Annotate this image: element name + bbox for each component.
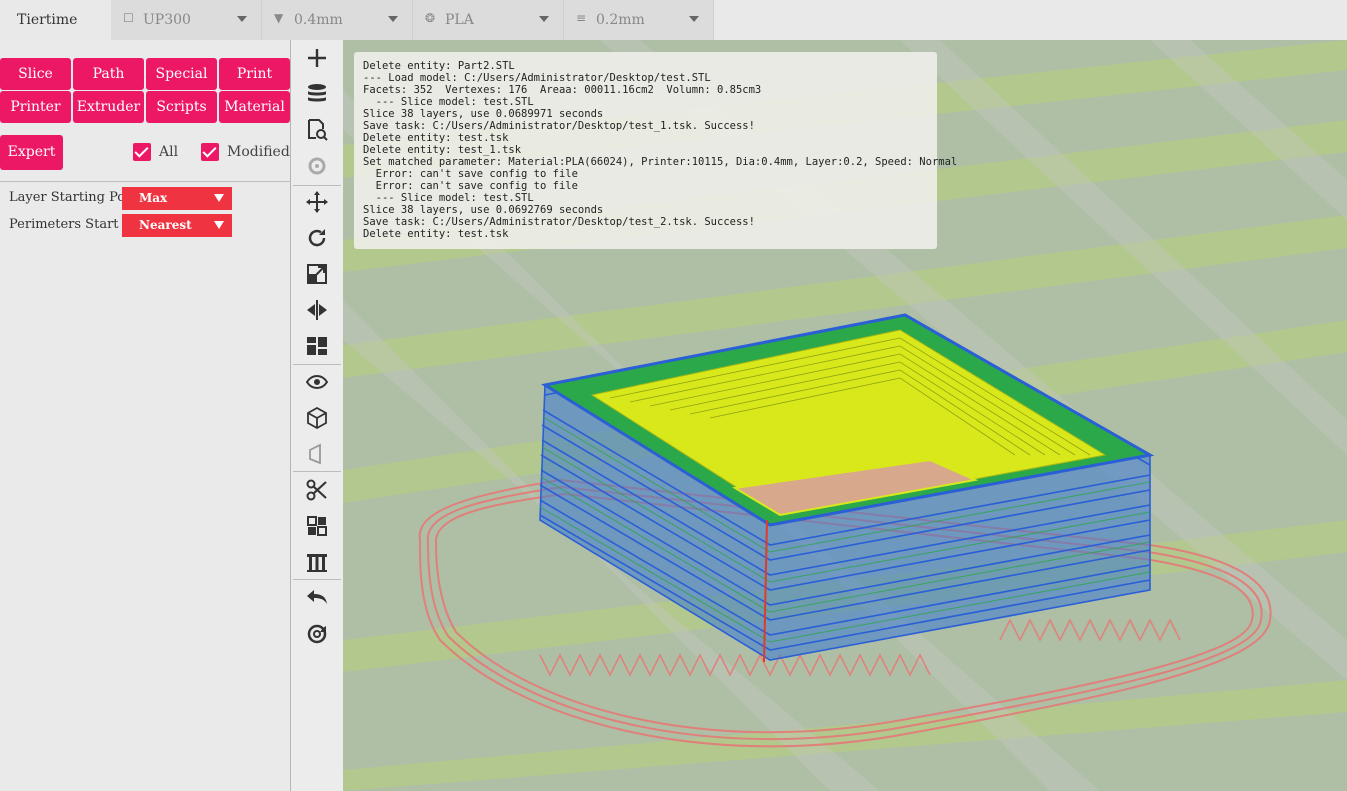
mirror-icon[interactable]: [305, 298, 329, 322]
move-icon[interactable]: [305, 190, 329, 214]
settings-cycle-icon[interactable]: [305, 622, 329, 646]
log-line: --- Slice model: test.STL: [363, 192, 534, 204]
perimeters-start-select[interactable]: Nearest: [122, 214, 232, 237]
log-line: Delete entity: Part2.STL: [363, 60, 515, 72]
settings-panel: Slice Path Special Print Printer Extrude…: [0, 40, 291, 791]
undo-icon[interactable]: [305, 586, 329, 610]
database-icon[interactable]: [305, 82, 329, 106]
toolbar-separator: [293, 579, 341, 580]
tab-printer[interactable]: Printer: [0, 91, 71, 123]
tab-slice[interactable]: Slice: [0, 58, 71, 90]
toolbar-separator: [293, 364, 341, 365]
modified-checkbox[interactable]: [201, 143, 219, 161]
tool-bar: [291, 40, 343, 791]
grid-icon[interactable]: [305, 514, 329, 538]
printer-select[interactable]: ☐ UP300: [111, 0, 262, 40]
log-line: Save task: C:/Users/Administrator/Deskto…: [363, 216, 755, 228]
tab-print[interactable]: Print: [219, 58, 290, 90]
log-line: Slice 38 layers, use 0.0689971 seconds: [363, 108, 604, 120]
log-line: Error: can't save config to file: [363, 180, 578, 192]
eye-icon[interactable]: [305, 370, 329, 394]
chevron-down-icon: [237, 16, 247, 22]
add-icon[interactable]: [305, 46, 329, 70]
search-file-icon[interactable]: [305, 118, 329, 142]
log-line: Delete entity: test_1.tsk: [363, 144, 522, 156]
view-icon[interactable]: [305, 442, 329, 466]
material-icon: ❂: [425, 11, 436, 25]
log-line: Save task: C:/Users/Administrator/Deskto…: [363, 120, 755, 132]
nozzle-icon: ▼: [274, 11, 284, 25]
cut-icon[interactable]: [305, 478, 329, 502]
chevron-down-icon: [388, 16, 398, 22]
printer-icon: ☐: [123, 11, 134, 25]
top-bar: Tiertime ☐ UP300 ▼ 0.4mm ❂ PLA ≡ 0.2mm: [0, 0, 1347, 40]
layer-starting-point-value: Max: [139, 191, 168, 205]
material-select[interactable]: ❂ PLA: [413, 0, 564, 40]
panel-divider: [0, 181, 291, 182]
log-line: Error: can't save config to file: [363, 168, 578, 180]
tab-extruder[interactable]: Extruder: [73, 91, 144, 123]
log-line: --- Load model: C:/Users/Administrator/D…: [363, 72, 711, 84]
perimeters-start-value: Nearest: [139, 218, 192, 232]
expert-button[interactable]: Expert: [0, 135, 63, 170]
camera-icon[interactable]: [305, 154, 329, 178]
log-line: Delete entity: test.tsk: [363, 132, 509, 144]
layer-height-select[interactable]: ≡ 0.2mm: [564, 0, 714, 40]
param-label-perimeters-start: Perimeters Start: [9, 217, 119, 232]
nozzle-select[interactable]: ▼ 0.4mm: [262, 0, 413, 40]
toolbar-separator: [293, 185, 341, 186]
layer-height-value: 0.2mm: [596, 12, 645, 28]
tab-material[interactable]: Material: [219, 91, 290, 123]
layout-icon[interactable]: [305, 334, 329, 358]
modified-checkbox-label: Modified: [227, 144, 290, 160]
layer-starting-point-select[interactable]: Max: [122, 187, 232, 210]
log-line: Delete entity: test.tsk: [363, 228, 509, 240]
rotate-icon[interactable]: [305, 226, 329, 250]
printer-value: UP300: [143, 12, 191, 28]
nozzle-value: 0.4mm: [294, 12, 343, 28]
support-icon[interactable]: [305, 550, 329, 574]
tab-path[interactable]: Path: [73, 58, 144, 90]
all-checkbox[interactable]: [133, 143, 151, 161]
tab-special[interactable]: Special: [146, 58, 217, 90]
chevron-down-icon: [689, 16, 699, 22]
tab-scripts[interactable]: Scripts: [146, 91, 217, 123]
log-line: Set matched parameter: Material:PLA(6602…: [363, 156, 958, 168]
log-line: --- Slice model: test.STL: [363, 96, 534, 108]
layer-icon: ≡: [576, 11, 587, 25]
all-checkbox-label: All: [159, 144, 179, 160]
app-title: Tiertime: [17, 12, 78, 28]
scale-icon[interactable]: [305, 262, 329, 286]
chevron-down-icon: [539, 16, 549, 22]
log-line: Slice 38 layers, use 0.0692769 seconds: [363, 204, 604, 216]
toolbar-separator: [293, 471, 341, 472]
cube-icon[interactable]: [305, 406, 329, 430]
message-log: Delete entity: Part2.STL --- Load model:…: [354, 52, 958, 249]
log-line: Facets: 352 Vertexes: 176 Areaa: 00011.1…: [363, 84, 762, 96]
material-value: PLA: [445, 12, 474, 28]
